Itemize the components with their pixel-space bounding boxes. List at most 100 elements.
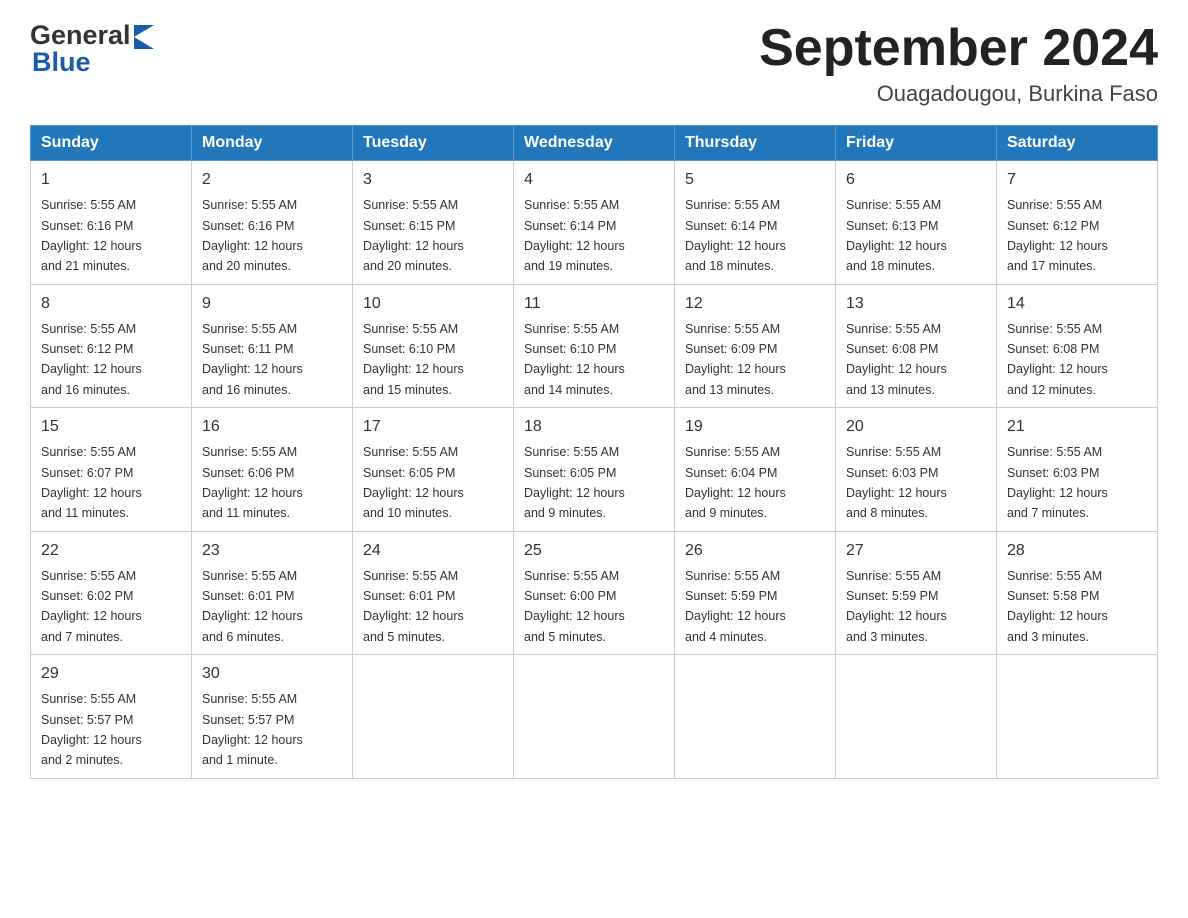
day-number: 13 bbox=[846, 292, 986, 316]
day-number: 8 bbox=[41, 292, 181, 316]
table-row: 9 Sunrise: 5:55 AMSunset: 6:11 PMDaylight… bbox=[192, 284, 353, 408]
day-number: 23 bbox=[202, 539, 342, 563]
day-info: Sunrise: 5:55 AMSunset: 6:04 PMDaylight:… bbox=[685, 445, 786, 520]
table-row: 13 Sunrise: 5:55 AMSunset: 6:08 PMDayligh… bbox=[836, 284, 997, 408]
day-number: 29 bbox=[41, 662, 181, 686]
table-row: 6 Sunrise: 5:55 AMSunset: 6:13 PMDaylight… bbox=[836, 161, 997, 285]
day-info: Sunrise: 5:55 AMSunset: 6:14 PMDaylight:… bbox=[524, 198, 625, 273]
day-info: Sunrise: 5:55 AMSunset: 6:10 PMDaylight:… bbox=[524, 322, 625, 397]
day-info: Sunrise: 5:55 AMSunset: 6:08 PMDaylight:… bbox=[1007, 322, 1108, 397]
day-number: 21 bbox=[1007, 415, 1147, 439]
col-tuesday: Tuesday bbox=[353, 126, 514, 161]
table-row bbox=[514, 655, 675, 779]
title-area: September 2024 Ouagadougou, Burkina Faso bbox=[759, 20, 1158, 107]
day-info: Sunrise: 5:55 AMSunset: 6:08 PMDaylight:… bbox=[846, 322, 947, 397]
day-info: Sunrise: 5:55 AMSunset: 6:14 PMDaylight:… bbox=[685, 198, 786, 273]
day-info: Sunrise: 5:55 AMSunset: 5:58 PMDaylight:… bbox=[1007, 569, 1108, 644]
table-row: 28 Sunrise: 5:55 AMSunset: 5:58 PMDayligh… bbox=[997, 531, 1158, 655]
table-row: 15Sunrise: 5:55 AMSunset: 6:07 PMDayligh… bbox=[31, 408, 192, 532]
day-number: 22 bbox=[41, 539, 181, 563]
day-number: 20 bbox=[846, 415, 986, 439]
day-number: 4 bbox=[524, 168, 664, 192]
day-info: Sunrise: 5:55 AMSunset: 6:13 PMDaylight:… bbox=[846, 198, 947, 273]
day-number: 9 bbox=[202, 292, 342, 316]
day-info: Sunrise: 5:55 AMSunset: 6:15 PMDaylight:… bbox=[363, 198, 464, 273]
day-info: Sunrise: 5:55 AMSunset: 6:02 PMDaylight:… bbox=[41, 569, 142, 644]
table-row: 23 Sunrise: 5:55 AMSunset: 6:01 PMDayligh… bbox=[192, 531, 353, 655]
table-row: 2 Sunrise: 5:55 AMSunset: 6:16 PMDaylight… bbox=[192, 161, 353, 285]
calendar-subtitle: Ouagadougou, Burkina Faso bbox=[759, 81, 1158, 107]
day-info: Sunrise: 5:55 AMSunset: 6:01 PMDaylight:… bbox=[202, 569, 303, 644]
col-wednesday: Wednesday bbox=[514, 126, 675, 161]
col-friday: Friday bbox=[836, 126, 997, 161]
table-row: 25 Sunrise: 5:55 AMSunset: 6:00 PMDayligh… bbox=[514, 531, 675, 655]
day-number: 14 bbox=[1007, 292, 1147, 316]
col-monday: Monday bbox=[192, 126, 353, 161]
day-number: 3 bbox=[363, 168, 503, 192]
day-number: 19 bbox=[685, 415, 825, 439]
day-info: Sunrise: 5:55 AMSunset: 6:03 PMDaylight:… bbox=[846, 445, 947, 520]
table-row: 14 Sunrise: 5:55 AMSunset: 6:08 PMDayligh… bbox=[997, 284, 1158, 408]
day-number: 24 bbox=[363, 539, 503, 563]
day-number: 7 bbox=[1007, 168, 1147, 192]
day-info: Sunrise: 5:55 AMSunset: 6:06 PMDaylight:… bbox=[202, 445, 303, 520]
day-number: 5 bbox=[685, 168, 825, 192]
day-info: Sunrise: 5:55 AMSunset: 6:11 PMDaylight:… bbox=[202, 322, 303, 397]
day-info: Sunrise: 5:55 AMSunset: 6:12 PMDaylight:… bbox=[1007, 198, 1108, 273]
day-number: 10 bbox=[363, 292, 503, 316]
day-number: 11 bbox=[524, 292, 664, 316]
day-info: Sunrise: 5:55 AMSunset: 6:01 PMDaylight:… bbox=[363, 569, 464, 644]
day-info: Sunrise: 5:55 AMSunset: 5:59 PMDaylight:… bbox=[685, 569, 786, 644]
col-sunday: Sunday bbox=[31, 126, 192, 161]
table-row: 4 Sunrise: 5:55 AMSunset: 6:14 PMDaylight… bbox=[514, 161, 675, 285]
day-number: 18 bbox=[524, 415, 664, 439]
col-saturday: Saturday bbox=[997, 126, 1158, 161]
calendar-title: September 2024 bbox=[759, 20, 1158, 77]
day-number: 1 bbox=[41, 168, 181, 192]
day-info: Sunrise: 5:55 AMSunset: 6:03 PMDaylight:… bbox=[1007, 445, 1108, 520]
day-number: 6 bbox=[846, 168, 986, 192]
table-row: 30Sunrise: 5:55 AMSunset: 5:57 PMDayligh… bbox=[192, 655, 353, 779]
day-number: 15 bbox=[41, 415, 181, 439]
calendar-header-row: Sunday Monday Tuesday Wednesday Thursday… bbox=[31, 126, 1158, 161]
table-row: 10 Sunrise: 5:55 AMSunset: 6:10 PMDayligh… bbox=[353, 284, 514, 408]
calendar-week-row: 15Sunrise: 5:55 AMSunset: 6:07 PMDayligh… bbox=[31, 408, 1158, 532]
day-info: Sunrise: 5:55 AMSunset: 6:05 PMDaylight:… bbox=[524, 445, 625, 520]
table-row: 16 Sunrise: 5:55 AMSunset: 6:06 PMDayligh… bbox=[192, 408, 353, 532]
day-number: 28 bbox=[1007, 539, 1147, 563]
table-row bbox=[997, 655, 1158, 779]
logo: General Blue bbox=[30, 20, 154, 78]
day-number: 26 bbox=[685, 539, 825, 563]
table-row: 1 Sunrise: 5:55 AMSunset: 6:16 PMDaylight… bbox=[31, 161, 192, 285]
table-row bbox=[353, 655, 514, 779]
calendar-week-row: 1 Sunrise: 5:55 AMSunset: 6:16 PMDaylight… bbox=[31, 161, 1158, 285]
table-row: 21 Sunrise: 5:55 AMSunset: 6:03 PMDayligh… bbox=[997, 408, 1158, 532]
calendar-week-row: 8Sunrise: 5:55 AMSunset: 6:12 PMDaylight… bbox=[31, 284, 1158, 408]
day-number: 12 bbox=[685, 292, 825, 316]
day-info: Sunrise: 5:55 AMSunset: 6:16 PMDaylight:… bbox=[202, 198, 303, 273]
calendar-week-row: 22 Sunrise: 5:55 AMSunset: 6:02 PMDayligh… bbox=[31, 531, 1158, 655]
day-number: 27 bbox=[846, 539, 986, 563]
table-row: 24 Sunrise: 5:55 AMSunset: 6:01 PMDayligh… bbox=[353, 531, 514, 655]
day-number: 16 bbox=[202, 415, 342, 439]
table-row: 22 Sunrise: 5:55 AMSunset: 6:02 PMDayligh… bbox=[31, 531, 192, 655]
day-number: 17 bbox=[363, 415, 503, 439]
table-row: 11 Sunrise: 5:55 AMSunset: 6:10 PMDayligh… bbox=[514, 284, 675, 408]
day-info: Sunrise: 5:55 AMSunset: 6:16 PMDaylight:… bbox=[41, 198, 142, 273]
col-thursday: Thursday bbox=[675, 126, 836, 161]
table-row: 18 Sunrise: 5:55 AMSunset: 6:05 PMDayligh… bbox=[514, 408, 675, 532]
day-number: 25 bbox=[524, 539, 664, 563]
calendar-week-row: 29 Sunrise: 5:55 AMSunset: 5:57 PMDayligh… bbox=[31, 655, 1158, 779]
table-row: 29 Sunrise: 5:55 AMSunset: 5:57 PMDayligh… bbox=[31, 655, 192, 779]
day-info: Sunrise: 5:55 AMSunset: 5:57 PMDaylight:… bbox=[41, 692, 142, 767]
table-row: 5 Sunrise: 5:55 AMSunset: 6:14 PMDaylight… bbox=[675, 161, 836, 285]
day-number: 30 bbox=[202, 662, 342, 686]
day-info: Sunrise: 5:55 AMSunset: 6:00 PMDaylight:… bbox=[524, 569, 625, 644]
day-info: Sunrise: 5:55 AMSunset: 6:09 PMDaylight:… bbox=[685, 322, 786, 397]
day-info: Sunrise: 5:55 AMSunset: 6:10 PMDaylight:… bbox=[363, 322, 464, 397]
day-info: Sunrise: 5:55 AMSunset: 5:59 PMDaylight:… bbox=[846, 569, 947, 644]
day-number: 2 bbox=[202, 168, 342, 192]
day-info: Sunrise: 5:55 AMSunset: 6:05 PMDaylight:… bbox=[363, 445, 464, 520]
page-header: General Blue September 2024 Ouagadougou,… bbox=[30, 20, 1158, 107]
table-row: 7 Sunrise: 5:55 AMSunset: 6:12 PMDaylight… bbox=[997, 161, 1158, 285]
